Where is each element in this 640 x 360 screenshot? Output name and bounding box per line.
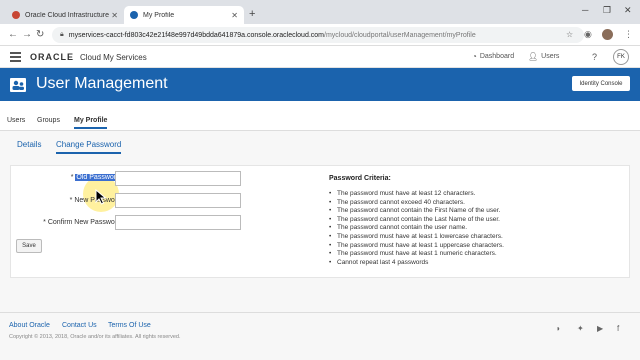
browser-tab-oracle-cloud[interactable]: Oracle Cloud Infrastructure ✕: [6, 6, 124, 24]
nav-dashboard[interactable]: ◔ Dashboard: [472, 52, 514, 61]
browser-tab-my-profile[interactable]: My Profile ✕: [124, 6, 244, 24]
tab-my-profile[interactable]: My Profile: [74, 117, 108, 129]
service-name: Cloud My Services: [80, 53, 147, 62]
page-footer: About Oracle Contact Us Terms Of Use Cop…: [0, 312, 640, 360]
criteria-item: The password must have at least 1 lowerc…: [329, 233, 619, 242]
new-password-input[interactable]: [115, 193, 241, 208]
browser-profile-avatar[interactable]: [602, 29, 613, 40]
close-window-icon[interactable]: ✕: [624, 5, 632, 16]
user-management-icon: [10, 78, 26, 92]
close-tab-icon[interactable]: ✕: [231, 11, 238, 20]
terms-of-use-link[interactable]: Terms Of Use: [108, 322, 151, 329]
nav-dashboard-label: Dashboard: [479, 53, 515, 60]
extension-icon[interactable]: ◉: [584, 29, 592, 40]
contact-us-link[interactable]: Contact Us: [62, 322, 97, 329]
users-icon: 👤︎: [528, 52, 539, 61]
user-avatar[interactable]: FK: [613, 49, 629, 65]
hamburger-menu-icon[interactable]: [10, 52, 21, 62]
tab-users[interactable]: Users: [7, 117, 25, 124]
twitter-icon[interactable]: ✦: [577, 324, 584, 333]
help-icon[interactable]: ?: [592, 52, 597, 62]
oracle-logo: ORACLE: [30, 52, 74, 62]
rss-icon[interactable]: ◗: [556, 324, 561, 333]
title-bar: User Management Identity Console: [0, 68, 640, 101]
tab-change-password[interactable]: Change Password: [56, 140, 122, 154]
identity-console-button[interactable]: Identity Console: [572, 76, 630, 91]
nav-users[interactable]: 👤︎ Users: [528, 52, 559, 61]
password-criteria: Password Criteria: The password must hav…: [329, 175, 619, 267]
criteria-item: The password must have at least 1 upperc…: [329, 242, 619, 251]
browser-tab-title: Oracle Cloud Infrastructure: [25, 11, 110, 19]
url-path: /mycloud/cloudportal/userManagement/myPr…: [324, 31, 476, 39]
minimize-icon[interactable]: ─: [582, 5, 588, 15]
primary-tabs: Users Groups My Profile: [0, 101, 640, 131]
copyright-text: Copyright © 2013, 2018, Oracle and/or it…: [9, 334, 181, 340]
dashboard-icon: ◔: [472, 52, 477, 61]
lock-icon: 🔒︎: [60, 31, 64, 38]
reload-icon[interactable]: ↻: [36, 29, 44, 40]
required-mark: *: [43, 219, 46, 226]
close-tab-icon[interactable]: ✕: [111, 11, 118, 20]
required-mark: *: [70, 174, 74, 181]
about-oracle-link[interactable]: About Oracle: [9, 322, 50, 329]
oracle-header: ORACLE Cloud My Services ◔ Dashboard 👤︎ …: [0, 46, 640, 68]
facebook-icon[interactable]: f: [617, 324, 619, 333]
browser-menu-icon[interactable]: ⋮: [624, 29, 633, 40]
criteria-item: The password cannot exceed 40 characters…: [329, 199, 619, 208]
nav-users-label: Users: [541, 53, 560, 60]
url-domain: myservices-cacct-fd803c42e21f48e997d49bd…: [68, 31, 325, 39]
change-password-panel: * Old Password * New Password * Confirm New…: [10, 165, 630, 278]
restore-icon[interactable]: ❐: [603, 5, 611, 16]
bookmark-star-icon[interactable]: ☆: [566, 30, 573, 39]
criteria-item: The password cannot contain the Last Nam…: [329, 216, 619, 225]
browser-tab-title: My Profile: [143, 11, 175, 19]
confirm-password-label-text: Confirm New Password: [47, 219, 121, 226]
youtube-icon[interactable]: ▶: [597, 324, 603, 333]
old-password-input[interactable]: [115, 171, 241, 186]
required-mark: *: [69, 197, 73, 204]
criteria-item: The password must have at least 12 chara…: [329, 190, 619, 199]
confirm-password-label: * Confirm New Password: [43, 219, 121, 226]
criteria-item: The password cannot contain the First Na…: [329, 207, 619, 216]
url-field[interactable]: 🔒︎ myservices-cacct-fd803c42e21f48e997d4…: [52, 27, 584, 43]
address-bar-row: ← → ↻ 🔒︎ myservices-cacct-fd803c42e21f48…: [0, 24, 640, 46]
page-title: User Management: [36, 75, 168, 92]
secondary-tabs: Details Change Password: [0, 131, 640, 158]
oracle-cloud-favicon: [12, 11, 20, 19]
tab-groups[interactable]: Groups: [37, 117, 60, 124]
cloud-favicon: [130, 11, 138, 19]
criteria-item: The password cannot contain the user nam…: [329, 224, 619, 233]
criteria-item: Cannot repeat last 4 passwords: [329, 259, 619, 268]
back-icon[interactable]: ←: [8, 29, 18, 40]
criteria-item: The password must have at least 1 numeri…: [329, 250, 619, 259]
browser-tab-strip: Oracle Cloud Infrastructure ✕ My Profile…: [0, 0, 640, 24]
confirm-password-input[interactable]: [115, 215, 241, 230]
mouse-pointer-icon: [95, 189, 107, 205]
new-tab-button[interactable]: +: [249, 8, 255, 20]
save-button[interactable]: Save: [16, 239, 42, 253]
old-password-label: * Old Password: [71, 174, 121, 181]
forward-icon[interactable]: →: [22, 29, 32, 40]
criteria-title: Password Criteria:: [329, 175, 391, 182]
criteria-list: The password must have at least 12 chara…: [329, 190, 619, 267]
tab-details[interactable]: Details: [17, 140, 41, 149]
